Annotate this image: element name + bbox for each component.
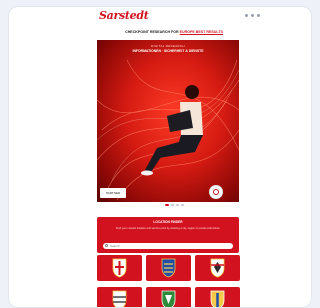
carousel-dot[interactable] (181, 204, 184, 206)
announcement-link[interactable]: EUROPE BEST RESULTS (180, 30, 223, 34)
menu-icon[interactable] (257, 14, 260, 17)
region-tile[interactable] (146, 255, 191, 281)
search-icon[interactable] (245, 14, 248, 17)
header-icons (245, 14, 260, 17)
play-icon (213, 189, 219, 195)
panel-title: LOCATION FINDER (153, 220, 183, 224)
region-tile[interactable] (195, 255, 240, 281)
coat-of-arms-icon (161, 290, 176, 307)
location-search-panel: LOCATION FINDER Find your nearest locati… (97, 217, 239, 253)
user-icon[interactable] (251, 14, 254, 17)
coat-of-arms-icon (112, 258, 127, 278)
announcement-text: CHECKPOINT RESEARCH FOR (125, 30, 179, 34)
carousel-dot[interactable] (165, 204, 169, 206)
search-input[interactable] (103, 243, 233, 249)
region-tile[interactable] (97, 287, 142, 307)
carousel-dot[interactable] (171, 204, 174, 206)
panel-description: Find your nearest location and service p… (115, 227, 221, 230)
play-button[interactable] (209, 185, 223, 199)
hero-image (97, 59, 239, 201)
carousel-dot[interactable] (176, 204, 179, 206)
hero-banner[interactable]: DIGITAL RESEARCH INFORMATIONEN · SICHERH… (97, 40, 239, 202)
coat-of-arms-icon (112, 290, 127, 307)
coat-of-arms-icon (210, 258, 225, 278)
region-tile[interactable] (195, 287, 240, 307)
coat-of-arms-icon (210, 290, 225, 307)
coat-of-arms-icon (161, 258, 176, 278)
region-tile[interactable] (146, 287, 191, 307)
search-icon (105, 244, 108, 247)
page-card: Sarstedt CHECKPOINT RESEARCH FOR EUROPE … (8, 6, 312, 308)
hero-kicker: DIGITAL RESEARCH (151, 44, 185, 48)
partner-logo: PARTNER (100, 188, 126, 198)
brand-logo[interactable]: Sarstedt (99, 9, 149, 25)
carousel-indicators (165, 204, 184, 206)
site-header: Sarstedt (9, 7, 311, 29)
region-grid (97, 255, 240, 307)
announcement-bar: CHECKPOINT RESEARCH FOR EUROPE BEST RESU… (104, 30, 244, 36)
hero-title: INFORMATIONEN · SICHERHEIT & DIENSTE (132, 49, 204, 53)
region-tile[interactable] (97, 255, 142, 281)
